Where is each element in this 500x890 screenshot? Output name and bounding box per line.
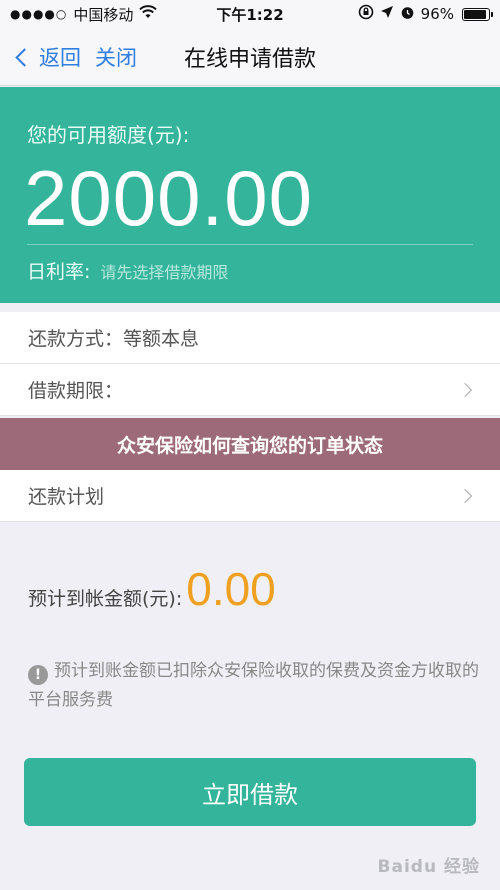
daily-rate-label: 日利率:	[27, 261, 91, 283]
daily-rate-row: 日利率: 请先选择借款期限	[27, 257, 228, 284]
repay-method-row: 还款方式：等额本息	[0, 312, 500, 364]
available-credit-label: 您的可用额度(元):	[27, 123, 190, 147]
loan-term-label: 借款期限：	[28, 380, 124, 402]
lock-rotation-icon	[358, 4, 374, 24]
alarm-icon	[400, 5, 415, 24]
daily-rate-hint: 请先选择借款期限	[100, 263, 229, 282]
status-bar: ●●●●○ 中国移动 下午1:22 96%	[0, 0, 500, 28]
page-title-text: 在线申请借款	[183, 47, 316, 72]
battery-percent: 96%	[420, 5, 454, 23]
info-icon: !	[28, 665, 48, 685]
baidu-watermark: Baidu 经验	[377, 857, 480, 877]
status-right: 96%	[358, 4, 493, 24]
battery-icon	[462, 7, 493, 21]
chevron-right-icon	[457, 488, 473, 503]
signal-strength-icon: ●●●●○	[10, 7, 68, 21]
fee-notice-text: 预计到账金额已扣除众安保险收取的保费及资金方收取的平台服务费	[28, 661, 479, 710]
arrival-amount-label: 预计到帐金额(元):	[28, 588, 183, 610]
credit-divider	[27, 244, 473, 245]
arrival-amount-value: 0.00	[186, 563, 276, 615]
arrival-amount-row: 预计到帐金额(元): 0.00	[28, 562, 276, 616]
borrow-now-button[interactable]: 立即借款	[24, 758, 476, 826]
available-credit-amount: 2000.00	[24, 154, 313, 242]
title-overlay-banner: 众安保险如何查询您的订单状态	[0, 418, 500, 470]
fee-notice: ! 预计到账金额已扣除众安保险收取的保费及资金方收取的平台服务费	[28, 657, 490, 715]
loan-options-list: 还款方式：等额本息 借款期限：	[0, 312, 500, 416]
repay-plan-label: 还款计划	[28, 486, 105, 508]
carrier-name: 中国移动	[73, 5, 134, 24]
repay-method-text: 还款方式：等额本息	[28, 328, 200, 350]
wifi-icon	[139, 5, 158, 23]
chevron-right-icon	[457, 382, 473, 397]
navigation-bar: 返回 关闭 在线申请借款	[0, 28, 500, 86]
page-title: 在线申请借款	[0, 41, 500, 73]
loan-term-row[interactable]: 借款期限：	[0, 364, 500, 416]
repay-plan-row[interactable]: 还款计划	[0, 470, 500, 522]
status-left: ●●●●○ 中国移动	[10, 4, 158, 25]
credit-panel: 您的可用额度(元): 2000.00 日利率: 请先选择借款期限	[0, 87, 500, 303]
location-icon	[380, 5, 394, 23]
